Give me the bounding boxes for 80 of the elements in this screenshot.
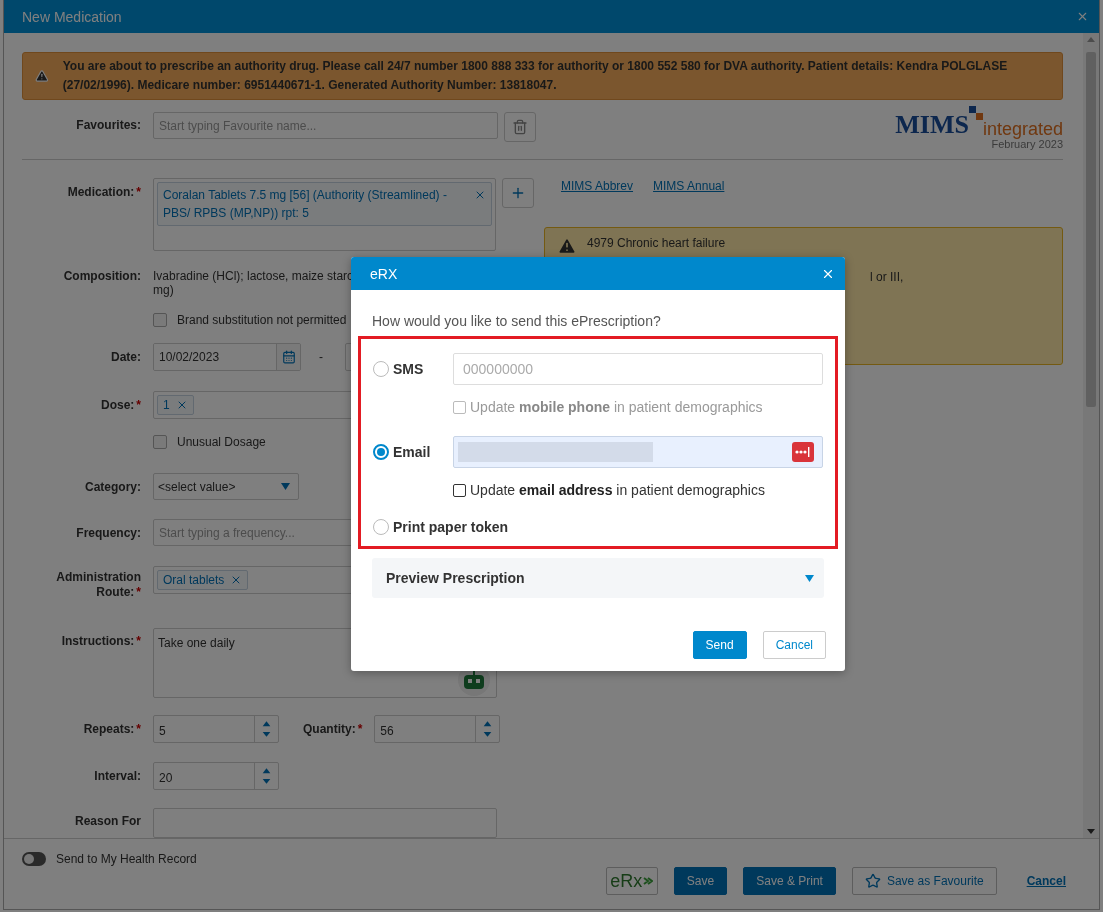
medication-field[interactable]: Coralan Tablets 7.5 mg [56] (Authority (Streamlined) - PBS/ RPBS (MP,NP)) rpt: 5 xyxy=(153,178,496,251)
field-label: Frequency: xyxy=(75,525,141,541)
dialog-title: eRX xyxy=(370,265,398,282)
scroll-down-icon[interactable] xyxy=(1087,829,1095,834)
dialog-question: How would you like to send this ePrescription? xyxy=(372,313,662,329)
date-field[interactable]: 10/02/2023 xyxy=(153,343,301,371)
interval-field[interactable]: 20 xyxy=(153,762,279,790)
star-icon xyxy=(864,873,881,889)
warning-icon xyxy=(557,236,577,256)
field-label: Quantity: * xyxy=(303,722,363,736)
checkbox-label: Brand substitution not permitted xyxy=(177,313,347,327)
dots-icon[interactable] xyxy=(792,442,814,462)
reference-link[interactable]: MIMS Abbrev xyxy=(561,179,634,193)
date-separator: - xyxy=(319,350,323,364)
edition-label: February 2023 xyxy=(991,138,1063,150)
category-select[interactable]: <select value> xyxy=(153,473,299,500)
checkbox[interactable] xyxy=(453,483,466,497)
medication-tag[interactable]: Coralan Tablets 7.5 mg [56] (Authority (Streamlined) - PBS/ RPBS (MP,NP)) rpt: 5 xyxy=(157,182,492,226)
quantity-field[interactable]: 56 xyxy=(374,715,501,743)
calendar-icon xyxy=(281,350,296,364)
scrollbar-thumb[interactable] xyxy=(1086,52,1096,407)
dose-tag[interactable]: 1 xyxy=(157,395,194,415)
reference-link[interactable]: MIMS Annual xyxy=(653,179,725,193)
erx-button[interactable]: eRx xyxy=(605,867,658,895)
field-label: Category: xyxy=(84,479,141,495)
toggle-label: Send to My Health Record xyxy=(56,852,197,866)
caret-icon xyxy=(281,483,290,490)
window-title: New Medication xyxy=(22,8,122,25)
cancel-button[interactable]: Cancel xyxy=(762,631,826,659)
close-icon[interactable] xyxy=(1076,10,1089,23)
scroll-up-icon[interactable] xyxy=(1087,37,1095,42)
option-label: SMS xyxy=(393,361,425,377)
alert-text: You are about to prescribe an authority drug. Please call 24/7 number 1800 888 333 for authority or 1800 552 580 for DVA authority. Patient details: Kendra POLGLASE (27/02/1996). Medicare number: 6951440671-1. Generated Authority Number: 13818047. xyxy=(62,58,1009,94)
field-label: Instructions: * xyxy=(60,633,141,649)
checkbox[interactable] xyxy=(153,313,167,327)
warning-text: 4979 Chronic heart failure xyxy=(587,236,726,250)
logo-wordmark: MIMS xyxy=(895,112,969,138)
delete-button[interactable] xyxy=(504,112,536,142)
checkbox-label: Unusual Dosage xyxy=(177,435,266,449)
checkbox[interactable] xyxy=(153,435,167,449)
field-label: Interval: xyxy=(93,768,141,784)
footer-button[interactable]: Save as Favourite xyxy=(851,867,997,895)
field-label: Administration Route: * xyxy=(55,569,141,600)
phone-input-field[interactable]: 000000000 xyxy=(453,353,823,385)
send-button[interactable]: Send xyxy=(692,631,747,659)
remove-icon[interactable] xyxy=(474,189,486,201)
scrollbar[interactable] xyxy=(1083,33,1099,838)
field-label: Date: xyxy=(110,349,141,365)
logo-suffix: integrated xyxy=(982,120,1063,138)
field-label: Reason For xyxy=(74,813,141,829)
route-tag[interactable]: Oral tablets xyxy=(157,570,249,590)
field-label: Medication: * xyxy=(66,184,141,200)
option-label: Email xyxy=(393,444,432,460)
field-label: Composition: xyxy=(62,268,141,284)
plus-icon xyxy=(510,185,526,201)
calendar-button[interactable] xyxy=(276,344,300,370)
field-label: Dose: * xyxy=(100,397,141,413)
footer-button[interactable]: Save & Print xyxy=(743,867,836,895)
puzzle-icon xyxy=(968,106,983,120)
email-input-field[interactable] xyxy=(453,436,823,468)
checkbox-label: Update mobile phone in patient demographics xyxy=(470,399,763,415)
repeats-field[interactable]: 5 xyxy=(153,715,279,743)
toggle-switch[interactable] xyxy=(22,852,46,866)
tag-text: Oral tablets xyxy=(163,572,225,589)
checkbox-label: Update email address in patient demographics xyxy=(470,482,765,498)
preview-accordion[interactable]: Preview Prescription xyxy=(372,558,824,598)
warning-text: l or III, xyxy=(870,270,904,284)
cancel-link[interactable]: Cancel xyxy=(1026,874,1066,888)
radio-button[interactable] xyxy=(373,519,389,535)
trash-icon xyxy=(512,119,528,135)
radio-button[interactable] xyxy=(373,444,389,460)
chevron-icon xyxy=(643,876,654,886)
radio-button[interactable] xyxy=(373,361,389,377)
tag-text: Coralan Tablets 7.5 mg [56] (Authority (Streamlined) - PBS/ RPBS (MP,NP)) rpt: 5 xyxy=(163,187,448,222)
footer-button[interactable]: Save xyxy=(673,867,728,895)
tag-text: 1 xyxy=(163,397,170,414)
field-label: Repeats: * xyxy=(82,721,141,737)
add-button[interactable] xyxy=(502,178,534,208)
reason-field[interactable] xyxy=(153,808,497,838)
field-label: Favourites: xyxy=(75,117,141,133)
